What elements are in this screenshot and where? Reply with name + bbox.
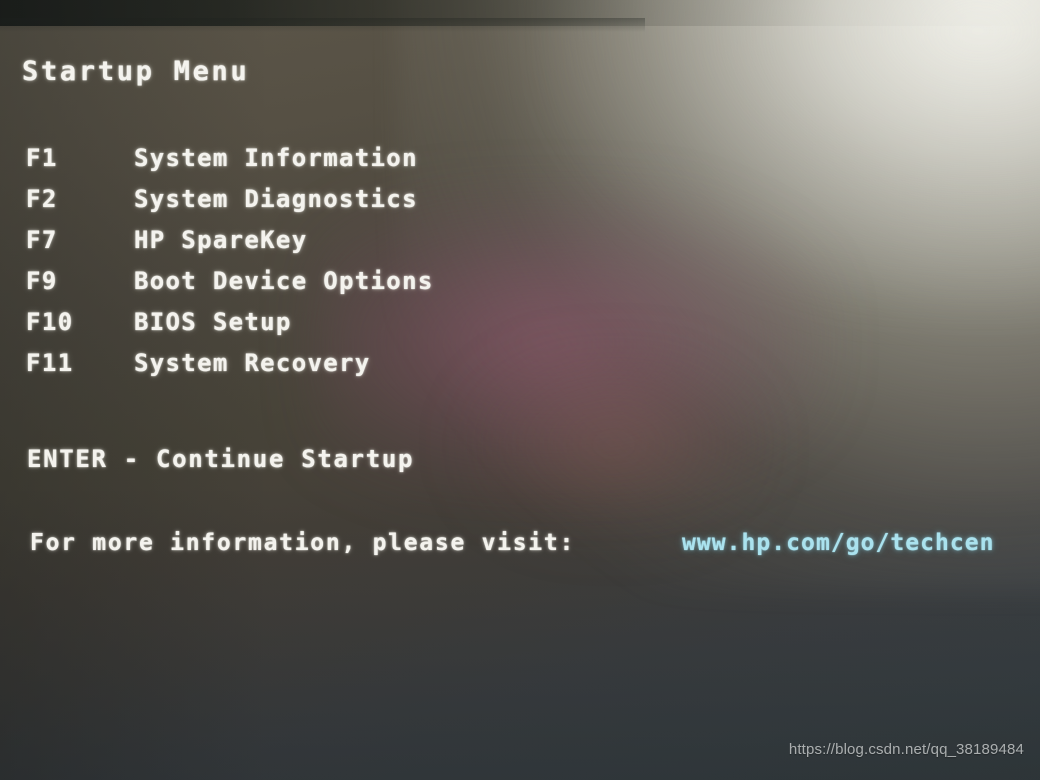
menu-item-key: F1 xyxy=(26,144,58,172)
menu-item-f2[interactable]: F2 System Diagnostics xyxy=(0,185,1040,226)
screen-content: Startup Menu F1 System Information F2 Sy… xyxy=(0,0,1040,780)
menu-item-f9[interactable]: F9 Boot Device Options xyxy=(0,267,1040,308)
menu-item-label: BIOS Setup xyxy=(134,308,292,336)
menu-item-f1[interactable]: F1 System Information xyxy=(0,144,1040,185)
menu-item-f11[interactable]: F11 System Recovery xyxy=(0,349,1040,390)
menu-item-key: F9 xyxy=(26,267,58,295)
more-information-prompt: For more information, please visit: xyxy=(30,530,576,556)
menu-item-f10[interactable]: F10 BIOS Setup xyxy=(0,308,1040,349)
bios-startup-menu-screen: Startup Menu F1 System Information F2 Sy… xyxy=(0,0,1040,780)
menu-item-key: F7 xyxy=(26,226,58,254)
menu-item-key: F10 xyxy=(26,308,74,336)
blog-watermark: https://blog.csdn.net/qq_38189484 xyxy=(788,741,1024,758)
menu-item-key: F11 xyxy=(26,349,74,377)
startup-menu-list: F1 System Information F2 System Diagnost… xyxy=(0,144,1040,390)
menu-item-label: System Diagnostics xyxy=(134,185,418,213)
page-title: Startup Menu xyxy=(22,56,250,87)
menu-item-key: F2 xyxy=(26,185,58,213)
continue-startup-hint[interactable]: ENTER - Continue Startup xyxy=(27,445,414,473)
menu-item-label: System Recovery xyxy=(134,349,371,377)
menu-item-label: System Information xyxy=(134,144,418,172)
menu-item-f7[interactable]: F7 HP SpareKey xyxy=(0,226,1040,267)
hp-support-url: www.hp.com/go/techcen xyxy=(682,530,995,556)
menu-item-label: HP SpareKey xyxy=(134,226,308,254)
menu-item-label: Boot Device Options xyxy=(134,267,434,295)
